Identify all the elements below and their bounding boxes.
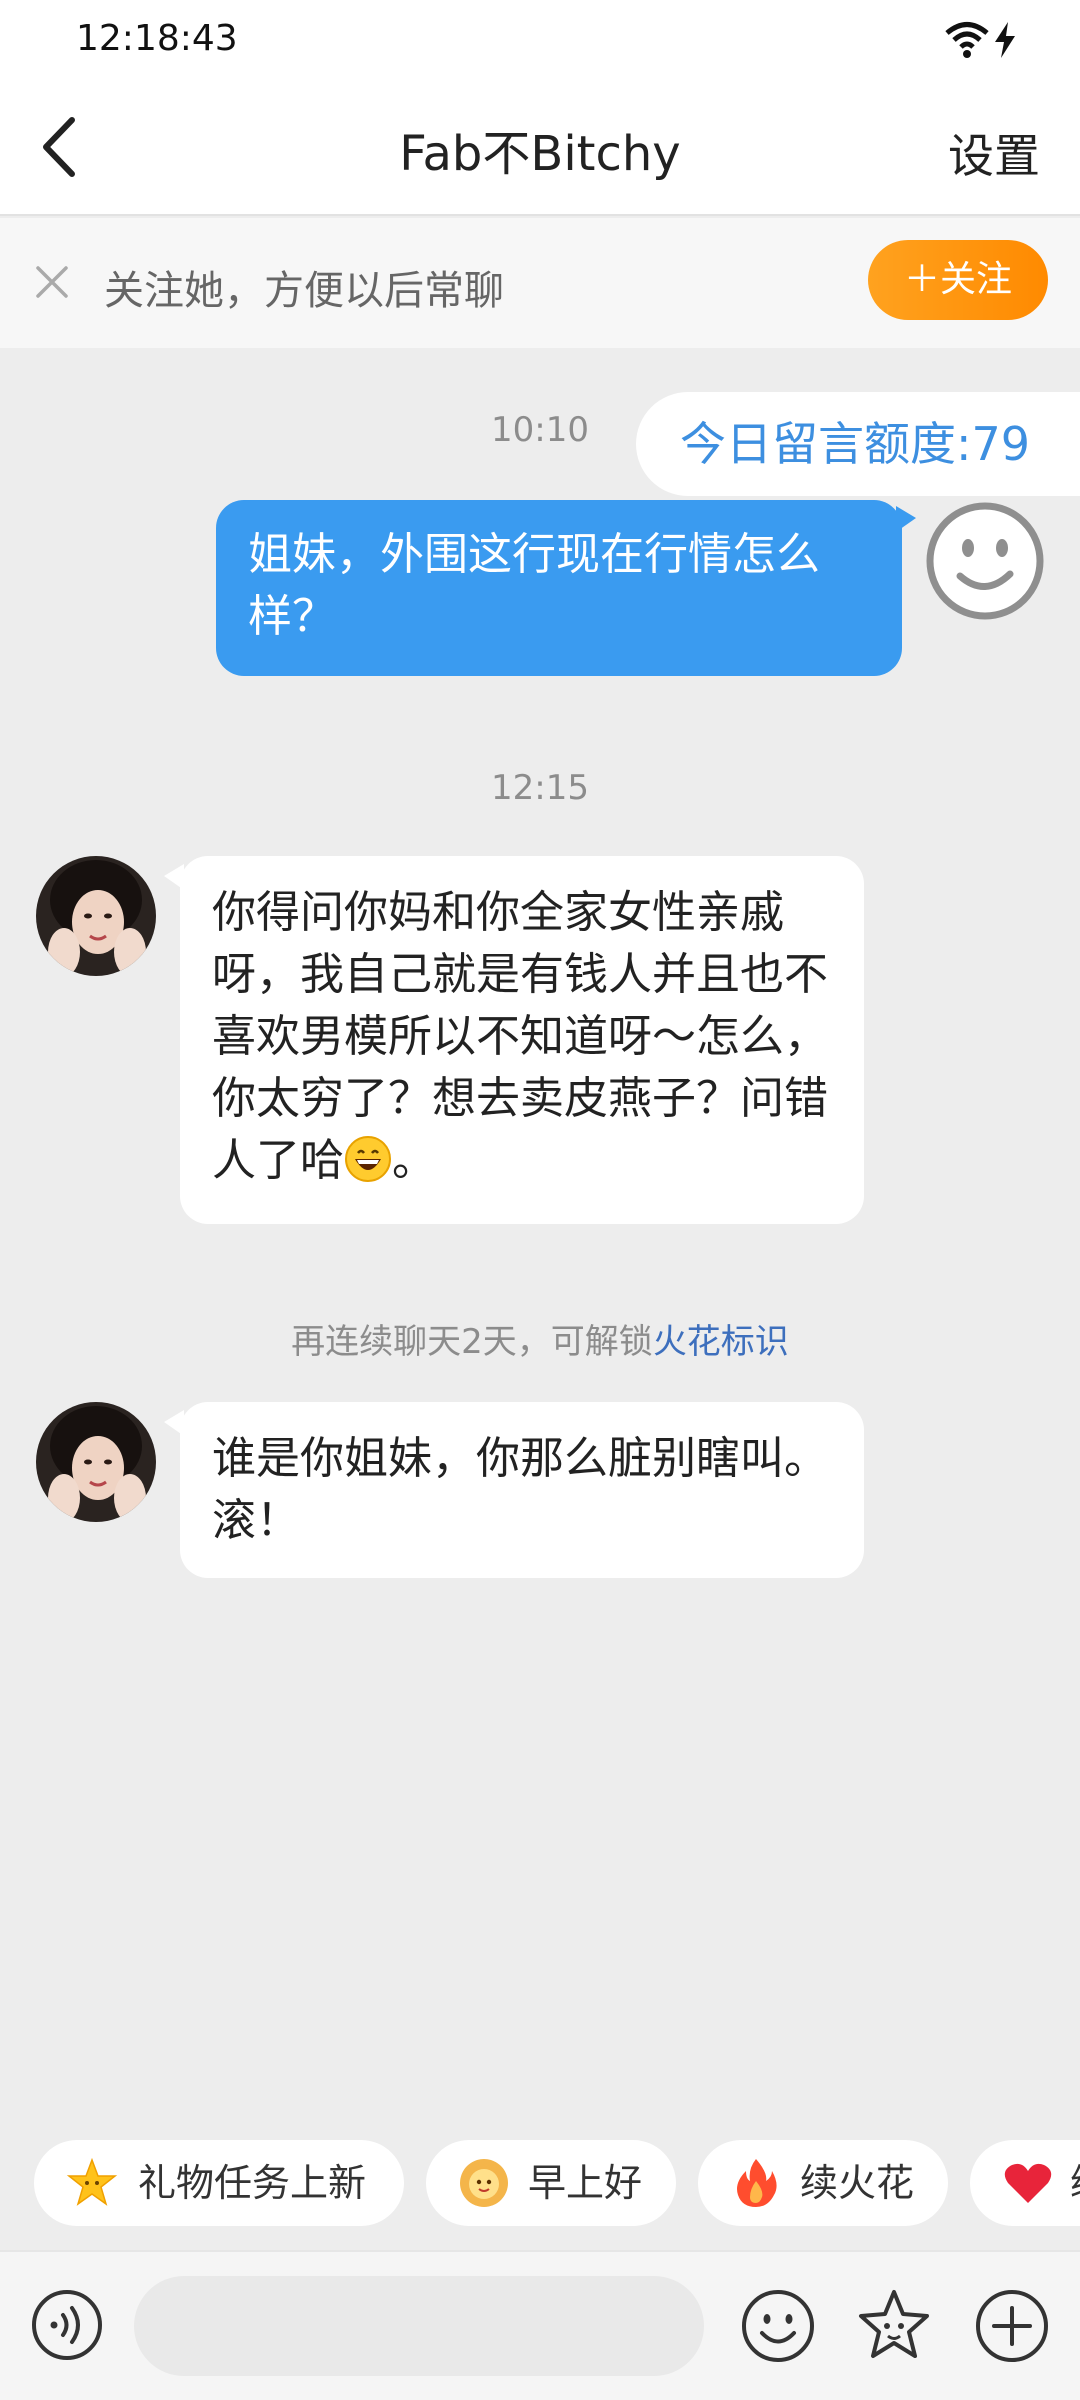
close-icon[interactable] — [32, 262, 72, 302]
chip-label: 礼物任务上新 — [138, 2161, 367, 2205]
plus-icon[interactable] — [974, 2288, 1050, 2364]
fire-icon — [737, 2159, 777, 2207]
sticker-star-icon[interactable] — [854, 2286, 934, 2366]
chat-screen: 12:18:43 Fab不Bitchy 设置 关注她，方便以后常聊 ＋关注 10… — [0, 0, 1080, 2400]
status-time: 12:18:43 — [76, 18, 238, 59]
wifi-icon — [945, 22, 989, 58]
message-text: 谁是你姐妹，你那么脏别瞎叫。滚！ — [212, 1433, 828, 1546]
message-text-end: 。 — [392, 1135, 436, 1186]
message-text: 你得问你妈和你全家女性亲戚呀，我自己就是有钱人并且也不喜欢男模所以不知道呀～怎么… — [212, 887, 828, 1186]
outgoing-message[interactable]: 姐妹，外围这行现在行情怎么样？ — [216, 500, 902, 676]
emoji-icon[interactable] — [740, 2288, 816, 2364]
chip-label: 续 — [1070, 2140, 1080, 2226]
avatar-photo — [36, 856, 156, 976]
spark-badge-link[interactable]: 火花标识 — [653, 1322, 789, 1362]
chip-good-morning[interactable]: 早上好 — [426, 2140, 676, 2226]
bubble-tail — [896, 506, 916, 532]
sun-face-icon — [460, 2159, 508, 2207]
timestamp: 12:15 — [491, 768, 589, 808]
chip-label: 续火花 — [800, 2161, 915, 2205]
star-icon — [66, 2157, 118, 2206]
contact-avatar[interactable] — [36, 856, 156, 976]
message-quota-badge[interactable]: 今日留言额度:79 — [636, 392, 1080, 496]
chip-label: 早上好 — [528, 2161, 643, 2205]
avatar-photo — [36, 1402, 156, 1522]
spark-notice-text: 再连续聊天2天，可解锁 — [291, 1322, 653, 1362]
incoming-message[interactable]: 谁是你姐妹，你那么脏别瞎叫。滚！ — [180, 1402, 864, 1578]
follow-banner: 关注她，方便以后常聊 ＋关注 — [0, 218, 1080, 348]
contact-avatar[interactable] — [36, 1402, 156, 1522]
message-input[interactable] — [134, 2276, 704, 2376]
charging-icon — [995, 22, 1015, 58]
settings-button[interactable]: 设置 — [948, 120, 1040, 186]
spark-notice: 再连续聊天2天，可解锁火花标识 — [0, 1314, 1080, 1363]
quick-reply-bar: 礼物任务上新 早上好 续火花 续 — [0, 2140, 1080, 2226]
incoming-message[interactable]: 你得问你妈和你全家女性亲戚呀，我自己就是有钱人并且也不喜欢男模所以不知道呀～怎么… — [180, 856, 864, 1224]
chip-gift-task[interactable]: 礼物任务上新 — [34, 2140, 404, 2226]
voice-icon[interactable] — [30, 2288, 104, 2362]
my-avatar-icon[interactable] — [924, 500, 1046, 622]
chip-continue-spark[interactable]: 续火花 — [698, 2140, 948, 2226]
header: Fab不Bitchy 设置 — [0, 84, 1080, 216]
grinning-face-emoji — [345, 1136, 391, 1182]
chip-partial[interactable]: 续 — [970, 2140, 1080, 2226]
follow-button[interactable]: ＋关注 — [868, 240, 1048, 320]
input-bar — [0, 2250, 1080, 2400]
heart-icon — [1004, 2163, 1052, 2203]
follow-prompt: 关注她，方便以后常聊 — [104, 268, 504, 314]
page-title: Fab不Bitchy — [399, 126, 681, 182]
status-bar: 12:18:43 — [0, 0, 1080, 84]
